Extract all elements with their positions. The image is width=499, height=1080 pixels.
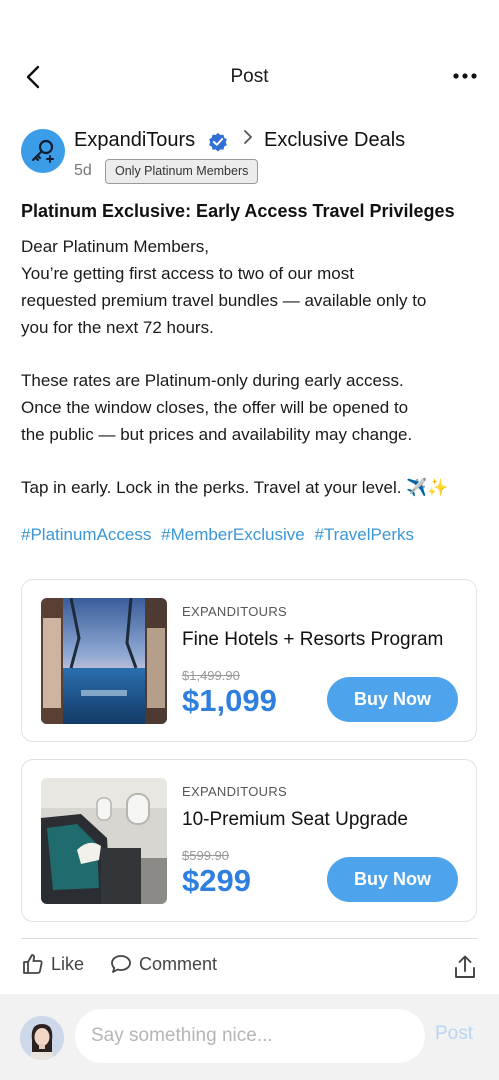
key-user-icon (31, 139, 54, 163)
share-button[interactable] (453, 954, 477, 985)
hashtag-link[interactable]: #PlatinumAccess (21, 525, 151, 544)
post-body: Dear Platinum Members, You’re getting fi… (21, 233, 483, 501)
airline-seat-image (41, 778, 167, 904)
comment-label: Comment (139, 953, 218, 974)
like-label: Like (51, 953, 85, 974)
post-timestamp: 5d (74, 162, 92, 179)
post-title: Platinum Exclusive: Early Access Travel … (21, 201, 455, 221)
comment-composer: Post (0, 994, 499, 1080)
body-line: You’re getting first access to two of ou… (21, 264, 354, 283)
post-author: ExpandiTours Exclusive Deals 5d Only Pla… (21, 126, 481, 190)
audience-badge: Only Platinum Members (105, 159, 259, 184)
top-nav-bar: Post (0, 52, 499, 102)
hashtag-list: #PlatinumAccess #MemberExclusive #Travel… (21, 525, 419, 545)
author-name[interactable]: ExpandiTours (74, 129, 195, 152)
post-actions: Like Comment (21, 952, 479, 984)
product-name: Fine Hotels + Resorts Program (182, 629, 444, 650)
original-price: $1,499.90 (182, 668, 240, 683)
more-dots-icon (453, 73, 477, 79)
hashtag-link[interactable]: #MemberExclusive (161, 525, 305, 544)
comment-button[interactable]: Comment (109, 952, 217, 976)
chevron-right-icon (243, 130, 253, 149)
breadcrumb-channel[interactable]: Exclusive Deals (264, 129, 405, 152)
divider (21, 938, 477, 939)
author-avatar[interactable] (21, 129, 65, 173)
user-avatar[interactable] (20, 1016, 64, 1060)
like-button[interactable]: Like (21, 952, 84, 976)
comment-bubble-icon (111, 955, 131, 973)
verified-badge-icon (209, 132, 227, 152)
original-price: $599.90 (182, 848, 229, 863)
product-card[interactable]: EXPANDITOURS Fine Hotels + Resorts Progr… (21, 579, 477, 742)
buy-now-button[interactable]: Buy Now (327, 857, 458, 902)
sale-price: $1,099 (182, 683, 277, 718)
body-line: These rates are Platinum-only during ear… (21, 371, 404, 390)
hashtag-link[interactable]: #TravelPerks (314, 525, 414, 544)
sale-price: $299 (182, 863, 251, 898)
comment-input[interactable] (75, 1009, 425, 1063)
body-line: Tap in early. Lock in the perks. Travel … (21, 478, 449, 497)
body-line: you for the next 72 hours. (21, 318, 214, 337)
more-options-button[interactable] (451, 64, 479, 88)
product-brand: EXPANDITOURS (182, 604, 287, 619)
hotel-pool-image (41, 598, 167, 724)
product-name: 10-Premium Seat Upgrade (182, 809, 408, 830)
product-brand: EXPANDITOURS (182, 784, 287, 799)
thumbs-up-icon (23, 954, 43, 974)
body-line: the public — but prices and availability… (21, 425, 413, 444)
body-line: requested premium travel bundles — avail… (21, 291, 427, 310)
page-title: Post (230, 66, 269, 87)
buy-now-button[interactable]: Buy Now (327, 677, 458, 722)
share-icon (455, 955, 475, 978)
post-comment-button[interactable]: Post (435, 1023, 473, 1045)
body-line: Dear Platinum Members, (21, 237, 210, 256)
product-card[interactable]: EXPANDITOURS 10-Premium Seat Upgrade $59… (21, 759, 477, 922)
body-line: Once the window closes, the offer will b… (21, 398, 409, 417)
